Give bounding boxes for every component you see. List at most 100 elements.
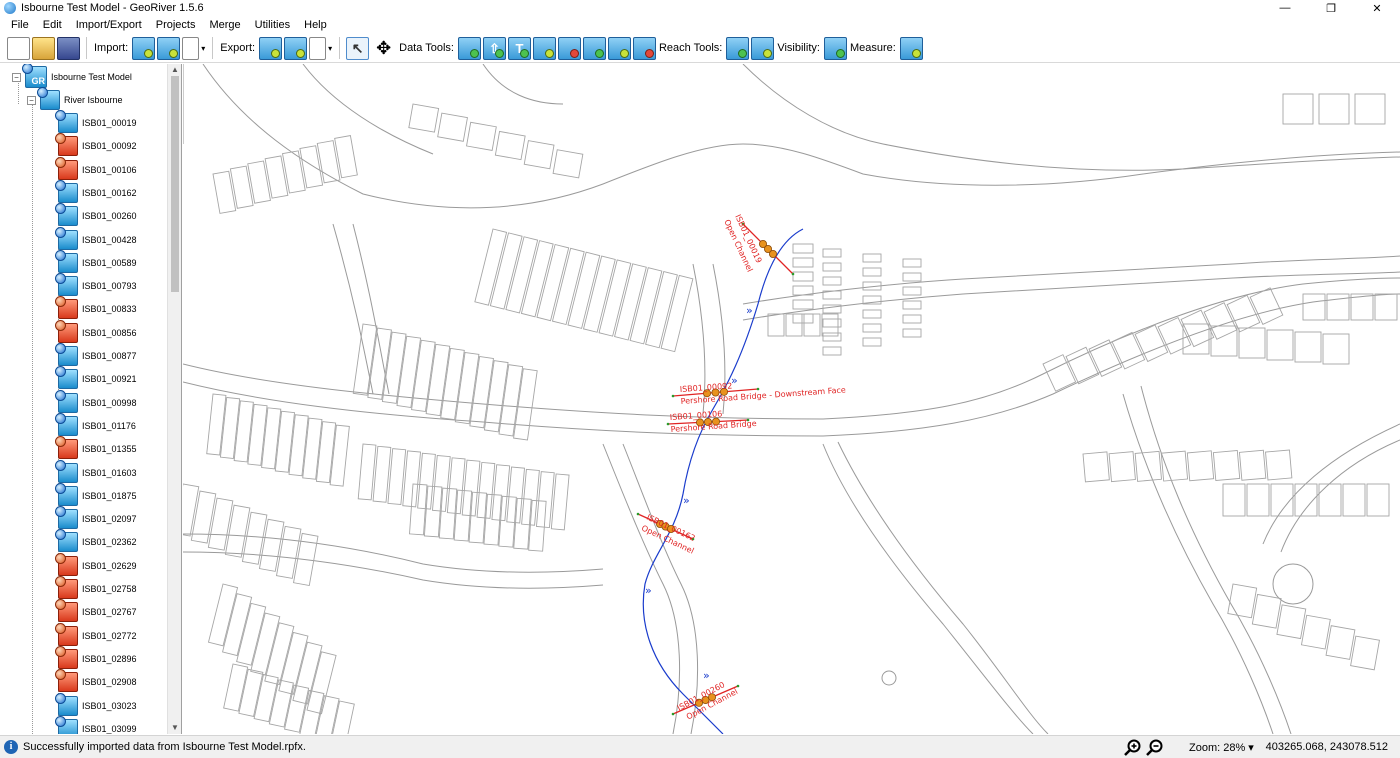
tree-section-node[interactable]: ISB01_01355 <box>55 436 137 460</box>
map-canvas[interactable]: »»»»» ISB01_00019 Open Channel ISB01_00092… <box>183 64 1400 734</box>
tree-section-node[interactable]: ISB01_02767 <box>55 599 137 623</box>
bridge-section-icon <box>55 669 78 693</box>
tree-section-label: ISB01_03099 <box>82 723 137 734</box>
scroll-thumb[interactable] <box>171 76 179 292</box>
tree-section-node[interactable]: ISB01_02908 <box>55 669 137 693</box>
measure-tool-button[interactable] <box>899 36 923 60</box>
minimize-button[interactable]: — <box>1262 0 1308 16</box>
export-dropdown-icon[interactable]: ▾ <box>328 44 332 53</box>
tree-section-node[interactable]: ISB01_01875 <box>55 482 137 507</box>
menu-merge[interactable]: Merge <box>202 17 247 34</box>
building <box>862 267 882 277</box>
tree-section-node[interactable]: ISB01_02362 <box>55 529 137 553</box>
tree-section-node[interactable]: ISB01_01176 <box>55 412 136 437</box>
cross-section: ISB01_00162Open Channel <box>636 513 697 556</box>
add-line-button[interactable] <box>582 36 606 60</box>
menu-file[interactable]: File <box>4 17 36 34</box>
tree-section-label: ISB01_01355 <box>82 444 137 455</box>
cross-section-desc-label: Pershore Road Bridge <box>670 419 757 434</box>
tree-section-node[interactable]: ISB01_00877 <box>55 343 137 367</box>
collapse-icon[interactable]: − <box>12 72 21 82</box>
close-button[interactable]: ✕ <box>1354 0 1400 16</box>
building <box>437 112 468 142</box>
tree-root-node[interactable]: − GR Isbourne Test Model <box>12 64 132 88</box>
menu-projects[interactable]: Projects <box>149 17 203 34</box>
tree-section-node[interactable]: ISB01_00793 <box>55 273 137 297</box>
scroll-up-icon[interactable]: ▲ <box>168 64 181 76</box>
building <box>520 240 554 318</box>
select-tool-button[interactable]: ↖ <box>346 36 370 60</box>
save-project-button[interactable] <box>57 36 80 60</box>
tree-section-node[interactable]: ISB01_02772 <box>55 622 137 647</box>
import-sections-button[interactable] <box>132 36 156 60</box>
tree-section-node[interactable]: ISB01_00019 <box>55 110 137 134</box>
tree-section-node[interactable]: ISB01_02896 <box>55 645 137 670</box>
tree-section-node[interactable]: ISB01_00856 <box>55 319 137 344</box>
tree-scrollbar[interactable]: ▲ ▼ <box>167 64 181 734</box>
tree-section-label: ISB01_00260 <box>82 211 137 222</box>
terrace-row <box>862 253 882 347</box>
tree-section-node[interactable]: ISB01_03023 <box>55 692 137 717</box>
scroll-down-icon[interactable]: ▼ <box>168 722 181 734</box>
tree-section-node[interactable]: ISB01_00260 <box>55 203 137 227</box>
import-river-button[interactable] <box>157 36 181 60</box>
add-reach-button[interactable] <box>726 36 750 60</box>
tree-section-node[interactable]: ISB01_02629 <box>55 552 137 577</box>
tree-section-node[interactable]: ISB01_00833 <box>55 296 137 320</box>
tree-section-node[interactable]: ISB01_02758 <box>55 576 137 600</box>
tree-section-node[interactable]: ISB01_00921 <box>55 366 137 390</box>
edit-reach-button[interactable] <box>751 36 775 60</box>
zoom-in-icon[interactable] <box>1124 739 1142 757</box>
zoom-dropdown[interactable]: Zoom: 28% ▾ <box>1189 741 1254 754</box>
import-dropdown-icon[interactable]: ▾ <box>201 44 205 53</box>
building <box>247 403 268 466</box>
menu-edit[interactable]: Edit <box>36 17 69 34</box>
building <box>822 276 842 286</box>
edit-section-button[interactable] <box>532 36 556 60</box>
project-icon: GR <box>22 64 47 88</box>
tree-section-node[interactable]: ISB01_00106 <box>55 156 137 181</box>
pan-tool-button[interactable]: ✥ <box>372 37 395 60</box>
tree-section-node[interactable]: ISB01_03099 <box>55 715 137 734</box>
building <box>506 466 525 524</box>
tree-section-node[interactable]: ISB01_01603 <box>55 459 137 484</box>
building <box>206 393 227 456</box>
tree-section-node[interactable]: ISB01_00162 <box>55 179 137 204</box>
tree-section-label: ISB01_02758 <box>82 584 137 594</box>
tree-section-node[interactable]: ISB01_00092 <box>55 133 137 157</box>
tree-section-label: ISB01_00106 <box>82 164 137 175</box>
open-project-button[interactable] <box>32 36 55 60</box>
new-project-button[interactable] <box>7 36 30 60</box>
building <box>1350 293 1374 321</box>
tree-section-node[interactable]: ISB01_02097 <box>55 506 137 530</box>
tree-root-label: Isbourne Test Model <box>51 72 132 82</box>
zoom-out-icon[interactable] <box>1146 739 1164 757</box>
tree-river-node[interactable]: − River Isbourne <box>27 87 123 111</box>
title-bar: Isbourne Test Model - GeoRiver 1.5.6 — ❐… <box>0 0 1400 16</box>
tree-section-node[interactable]: ISB01_00589 <box>55 249 137 274</box>
visibility-toggle-button[interactable] <box>823 36 847 60</box>
edit-line-button[interactable] <box>607 36 631 60</box>
delete-line-button[interactable] <box>632 36 656 60</box>
building <box>494 130 526 161</box>
export-file-button[interactable] <box>309 36 327 60</box>
map-svg[interactable]: »»»»» ISB01_00019Open ChannelISB01_00092… <box>183 64 1400 734</box>
building <box>1238 449 1267 481</box>
export-sections-button[interactable] <box>259 36 283 60</box>
add-structure-button[interactable]: ⇧ <box>482 36 506 60</box>
maximize-button[interactable]: ❐ <box>1308 0 1354 16</box>
building <box>372 445 392 503</box>
menu-help[interactable]: Help <box>297 17 334 34</box>
delete-point-button[interactable] <box>557 36 581 60</box>
terrace-row <box>357 443 570 531</box>
tree-section-node[interactable]: ISB01_00428 <box>55 226 137 251</box>
collapse-icon[interactable]: − <box>27 95 36 105</box>
menu-utilities[interactable]: Utilities <box>248 17 297 34</box>
add-text-button[interactable]: T <box>507 36 531 60</box>
tree-section-node[interactable]: ISB01_00998 <box>55 389 137 414</box>
import-file-button[interactable] <box>182 36 200 60</box>
export-river-button[interactable] <box>284 36 308 60</box>
building <box>489 232 523 310</box>
menu-import-export[interactable]: Import/Export <box>69 17 149 34</box>
add-section-button[interactable] <box>457 36 481 60</box>
